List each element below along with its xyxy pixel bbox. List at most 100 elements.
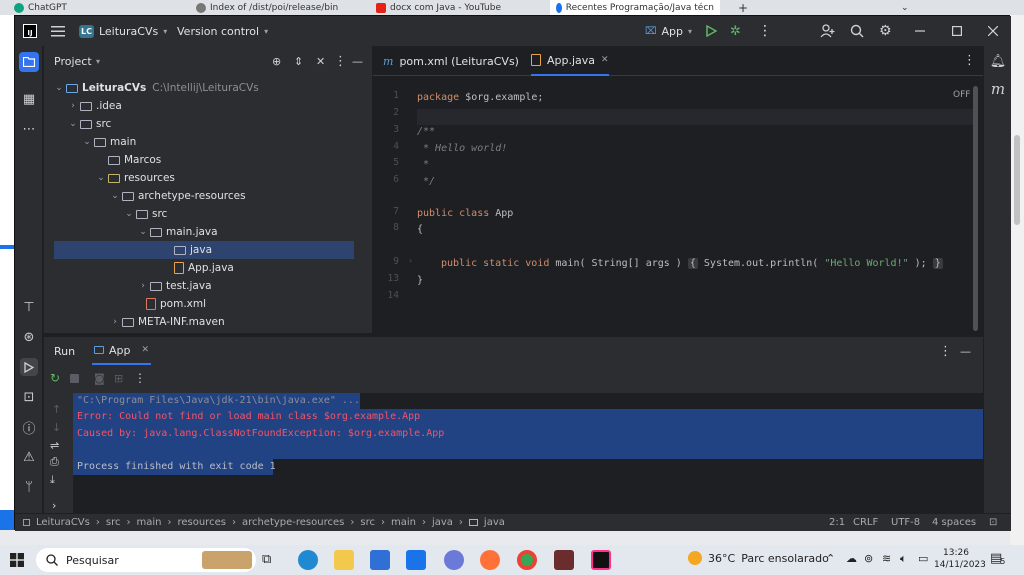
tree-item-idea[interactable]: › .idea bbox=[44, 97, 372, 115]
tree-item-main-java[interactable]: ⌄ main.java bbox=[44, 223, 372, 241]
breadcrumb-item[interactable]: LeituraCVs bbox=[36, 517, 90, 528]
browser-tab[interactable]: Index of /dist/poi/release/bin bbox=[190, 0, 360, 15]
breadcrumb-item[interactable]: java bbox=[432, 517, 453, 528]
tree-item-meta-inf[interactable]: › META-INF.maven bbox=[44, 313, 372, 331]
indent-setting[interactable]: 4 spaces bbox=[932, 517, 976, 528]
tab-app-run[interactable]: App ✕ bbox=[92, 337, 152, 365]
wifi-icon[interactable]: ≋ bbox=[882, 552, 891, 565]
more-icon[interactable]: ⋮ bbox=[963, 53, 976, 68]
chrome-icon[interactable] bbox=[517, 550, 537, 570]
browser-scrollbar[interactable] bbox=[1010, 15, 1024, 560]
task-view-icon[interactable]: ⧉ bbox=[262, 552, 271, 567]
run-tool-button[interactable] bbox=[20, 358, 38, 376]
meet-icon[interactable]: ⊚ bbox=[864, 552, 873, 565]
fold-icon[interactable]: › bbox=[408, 256, 413, 265]
close-icon[interactable]: ✕ bbox=[142, 345, 150, 355]
edge-icon[interactable] bbox=[298, 550, 318, 570]
breadcrumb-item[interactable]: archetype-resources bbox=[242, 517, 344, 528]
tab-app-java[interactable]: App.java ✕ bbox=[531, 46, 609, 76]
breadcrumb-item[interactable]: src bbox=[106, 517, 121, 528]
run-button[interactable] bbox=[705, 16, 717, 46]
new-tab-button[interactable]: + bbox=[732, 0, 752, 15]
main-menu-button[interactable] bbox=[51, 16, 65, 46]
browser-tab[interactable]: ChatGPT bbox=[8, 0, 178, 15]
stop-icon[interactable] bbox=[70, 373, 79, 383]
weather-widget[interactable]: 36°C Parc ensolarado bbox=[688, 551, 829, 565]
chevron-down-icon[interactable]: ▾ bbox=[96, 57, 100, 66]
restore-layout-icon[interactable]: ⊞ bbox=[114, 372, 123, 385]
notification-center[interactable]: ▤ 5 bbox=[990, 551, 1005, 566]
problems-tool-button[interactable]: ⓘ bbox=[20, 418, 38, 437]
breadcrumb-item[interactable]: resources bbox=[177, 517, 225, 528]
run-config-selector[interactable]: ⌧ App ▾ bbox=[645, 16, 692, 46]
maximize-button[interactable] bbox=[952, 16, 962, 46]
intellij-taskbar-icon[interactable] bbox=[591, 550, 611, 570]
maven-tool-button[interactable]: m bbox=[989, 80, 1007, 98]
arrow-down-icon[interactable]: ↓ bbox=[52, 421, 61, 434]
breadcrumb-item[interactable]: main bbox=[391, 517, 416, 528]
locate-icon[interactable]: ⊕ bbox=[272, 55, 281, 68]
tree-item-src[interactable]: ⌄ src bbox=[44, 115, 372, 133]
more-actions-button[interactable]: ⋮ bbox=[758, 16, 772, 46]
expand-collapse-icon[interactable]: ⇕ bbox=[294, 55, 303, 68]
project-tool-button[interactable] bbox=[19, 52, 39, 72]
breadcrumb-item[interactable]: main bbox=[136, 517, 161, 528]
search-button[interactable] bbox=[850, 16, 864, 46]
tree-item-root[interactable]: ⌄ LeituraCVs C:\Intellij\LeituraCVs bbox=[44, 79, 372, 97]
app-icon[interactable] bbox=[444, 550, 464, 570]
services-tool-button[interactable]: ⊛ bbox=[20, 328, 38, 346]
debug-button[interactable]: ✲ bbox=[730, 16, 741, 46]
scroll-to-end-icon[interactable]: ⤓ bbox=[50, 473, 55, 487]
tree-item-app-java[interactable]: App.java bbox=[44, 259, 372, 277]
tree-item-marcos[interactable]: Marcos bbox=[44, 151, 372, 169]
notifications-button[interactable]: 🔔︎ bbox=[989, 52, 1007, 70]
tab-pom-xml[interactable]: m pom.xml (LeituraCVs) bbox=[383, 46, 519, 76]
close-button[interactable] bbox=[988, 16, 998, 46]
close-icon[interactable]: ✕ bbox=[316, 55, 325, 68]
git-tool-button[interactable]: ᛘ bbox=[20, 478, 38, 496]
hide-panel-icon[interactable]: — bbox=[352, 55, 363, 68]
build-tool-button[interactable]: ⊤ bbox=[20, 298, 38, 316]
code-area[interactable]: OFF package $org.example; /** * Hello wo… bbox=[417, 76, 978, 333]
tree-item-resources[interactable]: ⌄ resources bbox=[44, 169, 372, 187]
file-explorer-icon[interactable] bbox=[334, 550, 354, 570]
more-icon[interactable]: ⋮ bbox=[134, 371, 146, 385]
tree-item-test-java[interactable]: › test.java bbox=[44, 277, 372, 295]
onedrive-icon[interactable]: ☁ bbox=[846, 552, 857, 565]
hide-panel-icon[interactable]: — bbox=[960, 345, 971, 358]
firefox-icon[interactable] bbox=[480, 550, 500, 570]
tree-item-src-inner[interactable]: ⌄ src bbox=[44, 205, 372, 223]
version-control-menu[interactable]: Version control ▾ bbox=[177, 16, 268, 46]
rerun-icon[interactable]: ↻ bbox=[50, 371, 60, 385]
tree-item-archetype-resources[interactable]: ⌄ archetype-resources bbox=[44, 187, 372, 205]
terminal-tool-button[interactable]: ⊡ bbox=[20, 388, 38, 406]
battery-icon[interactable]: ▭ bbox=[918, 552, 928, 565]
tree-item-java-selected[interactable]: java bbox=[54, 241, 354, 259]
minimize-button[interactable] bbox=[915, 16, 925, 46]
file-encoding[interactable]: UTF-8 bbox=[891, 517, 920, 528]
more-tools-button[interactable]: ⋯ bbox=[20, 120, 38, 138]
mail-icon[interactable] bbox=[406, 550, 426, 570]
project-switcher[interactable]: LC LeituraCVs ▾ bbox=[79, 16, 167, 46]
store-icon[interactable] bbox=[370, 550, 390, 570]
tree-item-pom-xml[interactable]: pom.xml bbox=[44, 295, 372, 313]
chevron-right-icon[interactable]: › bbox=[52, 499, 56, 512]
line-separator[interactable]: CRLF bbox=[853, 517, 878, 528]
tree-item-main[interactable]: ⌄ main bbox=[44, 133, 372, 151]
breadcrumb-item[interactable]: java bbox=[484, 517, 505, 528]
breadcrumb-item[interactable]: src bbox=[360, 517, 375, 528]
caret-position[interactable]: 2:1 bbox=[829, 517, 845, 528]
chevron-up-icon[interactable]: ⌃ bbox=[826, 552, 835, 565]
camera-icon[interactable]: ◙ bbox=[94, 372, 105, 385]
print-icon[interactable]: ⎙ bbox=[50, 455, 59, 469]
start-button[interactable] bbox=[10, 553, 24, 567]
game-icon[interactable] bbox=[554, 550, 574, 570]
more-icon[interactable]: ⋮ bbox=[939, 344, 952, 359]
volume-icon[interactable]: 🔈︎ bbox=[900, 552, 907, 566]
settings-button[interactable]: ⚙ bbox=[879, 16, 892, 46]
browser-tab-active[interactable]: Recentes Programação/Java técn bbox=[550, 0, 720, 15]
warnings-tool-button[interactable]: ⚠ bbox=[20, 448, 38, 466]
add-user-button[interactable] bbox=[820, 16, 835, 46]
close-icon[interactable]: ✕ bbox=[601, 55, 609, 65]
run-panel-title[interactable]: Run bbox=[54, 345, 75, 358]
